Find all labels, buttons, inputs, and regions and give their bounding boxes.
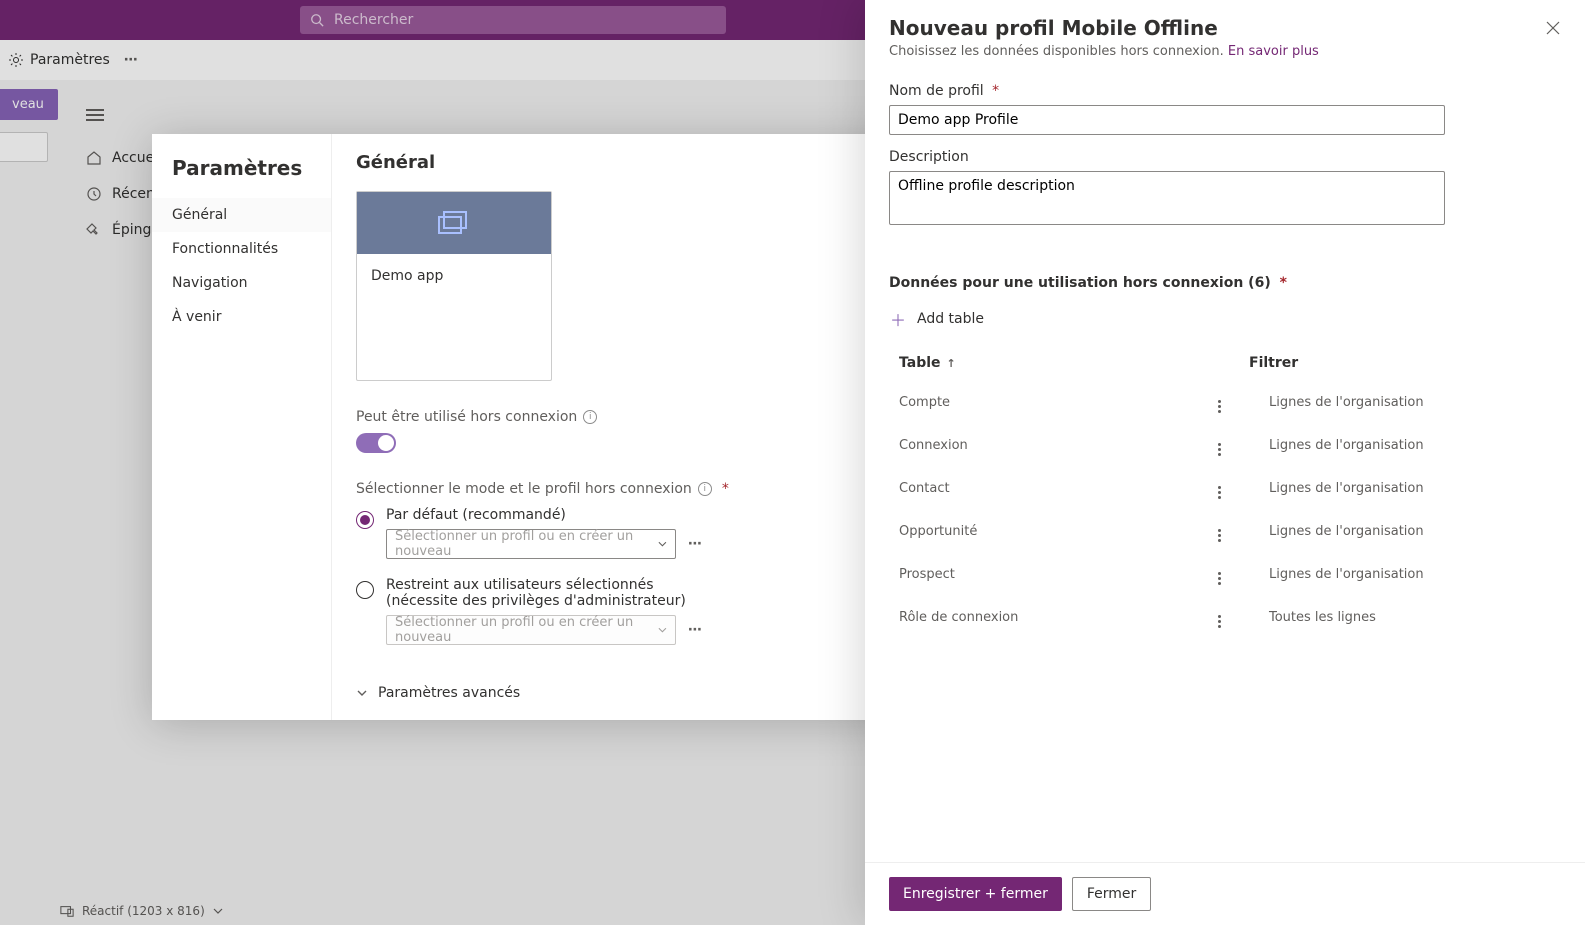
nav-navigation[interactable]: Navigation <box>152 266 331 300</box>
nav-coming[interactable]: À venir <box>152 300 331 334</box>
app-card[interactable]: Demo app <box>356 191 552 381</box>
table-cell: Prospect <box>899 567 1209 582</box>
add-table-button[interactable]: ＋ Add table <box>889 301 1561 337</box>
description-input[interactable] <box>889 171 1445 225</box>
row-more-icon[interactable] <box>1209 478 1229 499</box>
grid-header: Table↑ Filtrer <box>889 345 1561 381</box>
app-thumbnail-icon <box>437 210 471 236</box>
offline-toggle[interactable] <box>356 433 396 453</box>
save-close-button[interactable]: Enregistrer + fermer <box>889 877 1062 911</box>
profile-select-restricted: Sélectionner un profil ou en créer un no… <box>386 615 676 645</box>
col-table-header[interactable]: Table↑ <box>899 355 1209 371</box>
table-row[interactable]: Connexion Lignes de l'organisation <box>889 424 1561 467</box>
chevron-down-icon <box>658 539 667 549</box>
app-card-name: Demo app <box>371 268 443 284</box>
radio-default-input[interactable] <box>356 511 374 529</box>
settings-nav: Paramètres Général Fonctionnalités Navig… <box>152 134 332 720</box>
tables-grid: Table↑ Filtrer Compte Lignes de l'organis… <box>889 345 1561 639</box>
table-cell: Opportunité <box>899 524 1209 539</box>
close-button[interactable]: Fermer <box>1072 877 1151 911</box>
table-cell: Connexion <box>899 438 1209 453</box>
chevron-down-icon <box>356 687 368 699</box>
panel-title: Nouveau profil Mobile Offline <box>889 16 1218 40</box>
info-icon[interactable]: i <box>698 482 712 496</box>
profile-name-label: Nom de profil * <box>889 83 1561 99</box>
table-row[interactable]: Prospect Lignes de l'organisation <box>889 553 1561 596</box>
filter-cell: Lignes de l'organisation <box>1269 524 1551 539</box>
col-filter-header[interactable]: Filtrer <box>1249 355 1551 371</box>
settings-title: Paramètres <box>152 152 331 198</box>
radio-restricted-input[interactable] <box>356 581 374 599</box>
filter-cell: Lignes de l'organisation <box>1269 481 1551 496</box>
table-cell: Compte <box>899 395 1209 410</box>
profile-name-input[interactable] <box>889 105 1445 135</box>
panel-footer: Enregistrer + fermer Fermer <box>865 862 1585 925</box>
description-label: Description <box>889 149 1561 165</box>
close-icon[interactable] <box>1545 20 1561 36</box>
filter-cell: Lignes de l'organisation <box>1269 567 1551 582</box>
filter-cell: Toutes les lignes <box>1269 610 1551 625</box>
table-row[interactable]: Rôle de connexion Toutes les lignes <box>889 596 1561 639</box>
table-row[interactable]: Opportunité Lignes de l'organisation <box>889 510 1561 553</box>
row-more-icon[interactable] <box>1209 564 1229 585</box>
row-more-icon[interactable] <box>1209 435 1229 456</box>
nav-features[interactable]: Fonctionnalités <box>152 232 331 266</box>
filter-cell: Lignes de l'organisation <box>1269 438 1551 453</box>
required-marker: * <box>722 481 729 497</box>
table-cell: Contact <box>899 481 1209 496</box>
more-options-icon[interactable]: ⋯ <box>688 622 703 638</box>
table-row[interactable]: Contact Lignes de l'organisation <box>889 467 1561 510</box>
row-more-icon[interactable] <box>1209 392 1229 413</box>
offline-profile-panel: Nouveau profil Mobile Offline Choisissez… <box>865 0 1585 925</box>
row-more-icon[interactable] <box>1209 607 1229 628</box>
panel-subtitle: Choisissez les données disponibles hors … <box>889 44 1561 59</box>
profile-select-default[interactable]: Sélectionner un profil ou en créer un no… <box>386 529 676 559</box>
learn-more-link[interactable]: En savoir plus <box>1228 44 1319 59</box>
sort-asc-icon: ↑ <box>947 357 956 370</box>
data-section-heading: Données pour une utilisation hors connex… <box>889 275 1561 291</box>
table-row[interactable]: Compte Lignes de l'organisation <box>889 381 1561 424</box>
more-options-icon[interactable]: ⋯ <box>688 536 703 552</box>
app-card-thumbnail <box>357 192 551 254</box>
chevron-down-icon <box>658 625 667 635</box>
table-cell: Rôle de connexion <box>899 610 1209 625</box>
filter-cell: Lignes de l'organisation <box>1269 395 1551 410</box>
row-more-icon[interactable] <box>1209 521 1229 542</box>
info-icon[interactable]: i <box>583 410 597 424</box>
nav-general[interactable]: Général <box>152 198 331 232</box>
plus-icon: ＋ <box>889 307 907 331</box>
